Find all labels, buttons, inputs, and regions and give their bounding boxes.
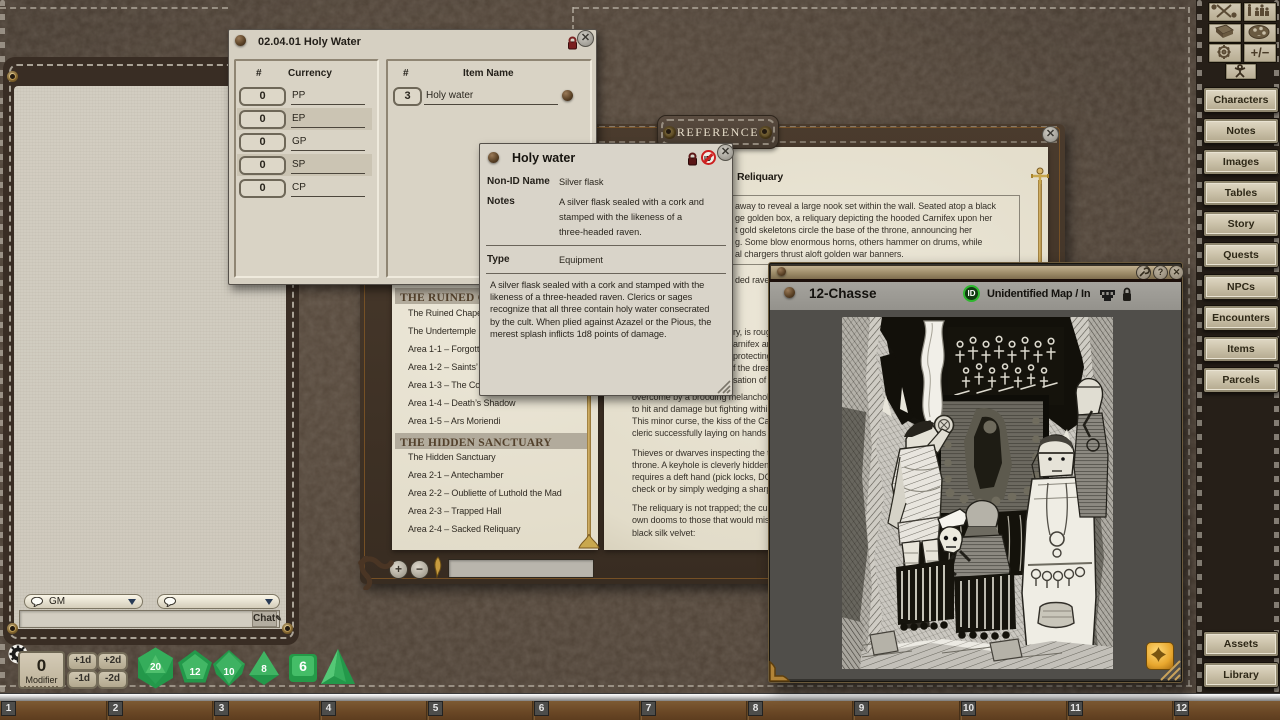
svg-text:20: 20 — [150, 662, 162, 673]
svg-text:8: 8 — [261, 664, 267, 675]
svg-text:12: 12 — [189, 667, 201, 678]
svg-text:10: 10 — [223, 667, 235, 678]
svg-text:6: 6 — [299, 658, 307, 674]
